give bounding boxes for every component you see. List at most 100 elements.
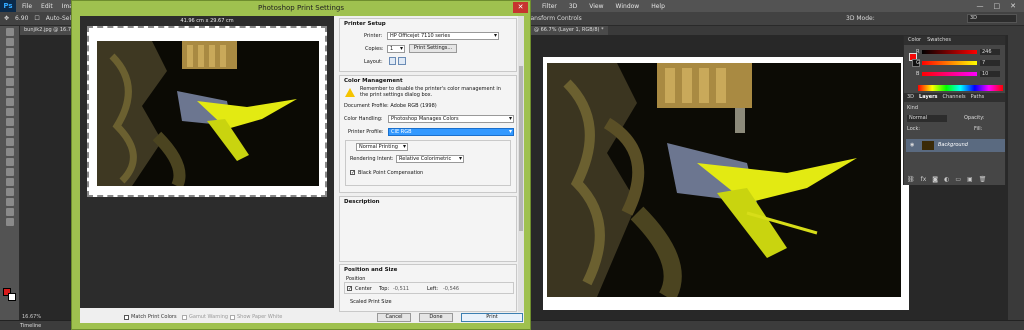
fx-icon[interactable]: fx bbox=[921, 176, 927, 183]
menu-3d[interactable]: 3D bbox=[569, 3, 577, 10]
eyedropper-tool-icon[interactable] bbox=[6, 78, 14, 86]
blend-mode-dropdown[interactable]: Normal bbox=[907, 115, 947, 122]
center-checkbox[interactable]: ✓ bbox=[347, 286, 352, 292]
color-handling-dropdown[interactable]: Photoshop Manages Colors bbox=[388, 115, 514, 123]
tab-channels[interactable]: Channels bbox=[943, 94, 966, 101]
zoom-tool-icon[interactable] bbox=[6, 218, 14, 226]
menu-window[interactable]: Window bbox=[616, 3, 640, 10]
background-color-swatch[interactable] bbox=[8, 293, 16, 301]
top-value[interactable]: -0,511 bbox=[393, 286, 409, 292]
brush-tool-icon[interactable] bbox=[6, 98, 14, 106]
match-print-colors[interactable]: Match Print Colors bbox=[124, 314, 177, 320]
timeline-label[interactable]: Timeline bbox=[20, 323, 41, 329]
position-size-title[interactable]: Position and Size bbox=[344, 267, 397, 273]
show-paper-white-checkbox[interactable] bbox=[230, 314, 235, 320]
eye-icon[interactable]: ◉ bbox=[910, 142, 916, 148]
folder-icon[interactable]: ▭ bbox=[955, 176, 961, 183]
menu-help[interactable]: Help bbox=[651, 3, 665, 10]
show-paper-white-label: Show Paper White bbox=[237, 314, 283, 320]
adjustment-icon[interactable]: ◐ bbox=[944, 176, 949, 183]
quick-select-tool-icon[interactable] bbox=[6, 58, 14, 66]
healing-tool-icon[interactable] bbox=[6, 88, 14, 96]
menu-edit[interactable]: Edit bbox=[41, 3, 53, 10]
auto-select-checkbox[interactable]: ☐ bbox=[34, 15, 39, 22]
gamut-warning-label: Gamut Warning bbox=[189, 314, 229, 320]
color-management-title[interactable]: Color Management bbox=[344, 78, 403, 84]
tab-layers[interactable]: Layers bbox=[919, 94, 938, 101]
g-slider[interactable] bbox=[922, 61, 977, 65]
shape-tool-icon[interactable] bbox=[6, 198, 14, 206]
settings-scroll-thumb[interactable] bbox=[519, 66, 523, 231]
minimize-button[interactable]: — bbox=[977, 2, 984, 10]
link-icon[interactable]: ⛓ bbox=[907, 176, 915, 183]
color-panel: R 246 G 7 B 10 bbox=[904, 45, 1005, 93]
done-button[interactable]: Done bbox=[419, 313, 453, 322]
b-value[interactable]: 10 bbox=[980, 71, 1000, 77]
tab-paths[interactable]: Paths bbox=[971, 94, 985, 101]
dodge-tool-icon[interactable] bbox=[6, 158, 14, 166]
layer-row-background[interactable]: ◉ Background bbox=[906, 139, 1005, 152]
show-paper-white[interactable]: Show Paper White bbox=[230, 314, 282, 320]
printer-profile-dropdown[interactable]: CIE RGB bbox=[388, 128, 514, 136]
gradient-tool-icon[interactable] bbox=[6, 138, 14, 146]
pen-tool-icon[interactable] bbox=[6, 168, 14, 176]
dialog-close-button[interactable]: ✕ bbox=[513, 2, 528, 13]
menu-filter[interactable]: Filter bbox=[542, 3, 557, 10]
normal-printing-box: Normal Printing Rendering Intent: Relati… bbox=[345, 140, 511, 186]
landscape-layout-icon[interactable] bbox=[398, 57, 406, 65]
kind-filter[interactable]: Kind bbox=[907, 105, 918, 112]
document-tab-right[interactable]: @ 66.7% (Layer 1, RGB/8) * bbox=[530, 26, 608, 35]
close-app-button[interactable]: ✕ bbox=[1010, 2, 1016, 10]
size-value[interactable]: 6.90 bbox=[15, 15, 28, 22]
crop-tool-icon[interactable] bbox=[6, 68, 14, 76]
workspace-dropdown[interactable]: 3D bbox=[967, 14, 1017, 23]
history-brush-tool-icon[interactable] bbox=[6, 118, 14, 126]
document-canvas[interactable] bbox=[543, 57, 909, 310]
document-profile: Document Profile: Adobe RGB (1998) bbox=[344, 103, 437, 109]
mask-icon[interactable]: ◙ bbox=[932, 176, 938, 183]
print-settings-button[interactable]: Print Settings... bbox=[409, 44, 457, 53]
stamp-tool-icon[interactable] bbox=[6, 108, 14, 116]
copies-input[interactable]: 1 bbox=[387, 45, 405, 53]
tab-swatches[interactable]: Swatches bbox=[927, 37, 951, 44]
r-value[interactable]: 246 bbox=[980, 49, 1000, 55]
menu-view[interactable]: View bbox=[589, 3, 603, 10]
tab-3d[interactable]: 3D bbox=[907, 94, 914, 101]
tab-color[interactable]: Color bbox=[908, 37, 921, 44]
lasso-tool-icon[interactable] bbox=[6, 48, 14, 56]
description-title[interactable]: Description bbox=[344, 199, 380, 205]
printer-setup-group: Printer Setup Printer: HP Officejet 7110… bbox=[339, 18, 517, 72]
match-print-colors-checkbox[interactable] bbox=[124, 314, 129, 320]
print-preview-photo[interactable] bbox=[97, 41, 319, 186]
move-tool-icon[interactable]: ✥ bbox=[4, 15, 9, 22]
settings-scrollbar[interactable] bbox=[518, 16, 524, 312]
print-button[interactable]: Print bbox=[461, 313, 523, 322]
left-value[interactable]: -0,546 bbox=[443, 286, 459, 292]
layer-thumbnail bbox=[922, 141, 934, 150]
cancel-button[interactable]: Cancel bbox=[377, 313, 411, 322]
normal-printing-dropdown[interactable]: Normal Printing bbox=[356, 143, 408, 151]
gamut-warning[interactable]: Gamut Warning bbox=[182, 314, 228, 320]
maximize-button[interactable]: □ bbox=[994, 2, 1001, 10]
new-layer-icon[interactable]: ▣ bbox=[967, 176, 973, 183]
transform-controls-label[interactable]: ransform Controls bbox=[528, 15, 582, 22]
move-tool-icon[interactable] bbox=[6, 28, 14, 36]
portrait-layout-icon[interactable] bbox=[389, 57, 396, 65]
eraser-tool-icon[interactable] bbox=[6, 128, 14, 136]
blur-tool-icon[interactable] bbox=[6, 148, 14, 156]
path-select-tool-icon[interactable] bbox=[6, 188, 14, 196]
gamut-warning-checkbox[interactable] bbox=[182, 314, 187, 320]
g-value[interactable]: 7 bbox=[980, 60, 1000, 66]
marquee-tool-icon[interactable] bbox=[6, 38, 14, 46]
printer-dropdown[interactable]: HP Officejet 7110 series bbox=[387, 32, 499, 40]
hand-tool-icon[interactable] bbox=[6, 208, 14, 216]
opacity-label: Opacity: bbox=[964, 115, 985, 121]
trash-icon[interactable]: 🗑 bbox=[979, 176, 987, 183]
color-spectrum[interactable] bbox=[918, 85, 1003, 91]
b-slider[interactable] bbox=[922, 72, 977, 76]
r-slider[interactable] bbox=[922, 50, 977, 54]
type-tool-icon[interactable] bbox=[6, 178, 14, 186]
rendering-intent-dropdown[interactable]: Relative Colorimetric bbox=[396, 155, 464, 163]
menu-file[interactable]: File bbox=[22, 3, 32, 10]
black-point-checkbox[interactable]: ✓ bbox=[350, 170, 355, 176]
